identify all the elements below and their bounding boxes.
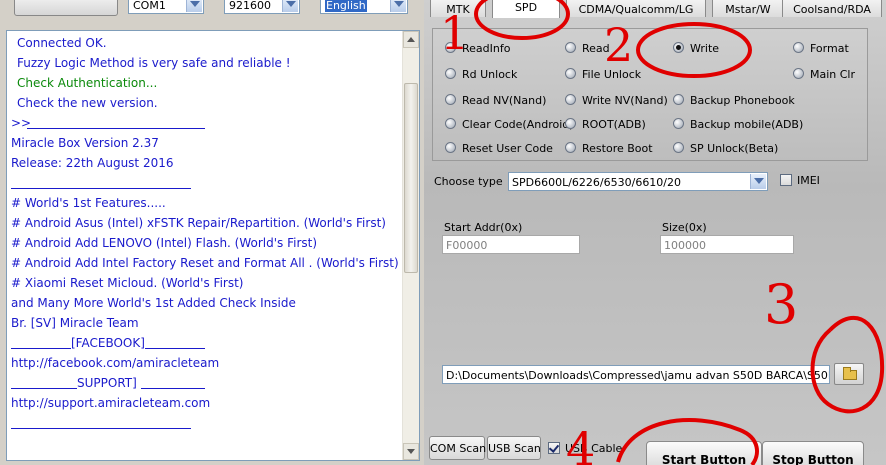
radio-format[interactable]: Format — [793, 42, 849, 55]
usb-scan-button[interactable]: USB Scan — [487, 436, 541, 460]
chevron-down-icon[interactable] — [750, 174, 766, 189]
size-input[interactable]: 100000 — [660, 235, 794, 254]
radio-icon — [673, 142, 684, 153]
radio-backup-mobile[interactable]: Backup mobile(ADB) — [673, 118, 803, 131]
annotation-number: 1 — [440, 6, 470, 60]
tab-coolsand-rda[interactable]: Coolsand/RDA — [782, 0, 882, 17]
port-value: COM1 — [133, 0, 166, 12]
size-label: Size(0x) — [662, 221, 707, 234]
divider — [11, 348, 71, 349]
radio-read-nv[interactable]: Read NV(Nand) — [445, 94, 546, 107]
imei-label: IMEI — [797, 174, 820, 187]
radio-reset-user-code[interactable]: Reset User Code — [445, 142, 553, 155]
log-line: # Android Add Intel Factory Reset and Fo… — [11, 256, 399, 270]
language-value: English — [325, 0, 367, 12]
log-line: Connected OK. — [17, 36, 107, 50]
file-path-input[interactable]: D:\Documents\Downloads\Compressed\jamu a… — [442, 365, 830, 384]
radio-icon — [565, 142, 576, 153]
log-panel: Connected OK. Fuzzy Logic Method is very… — [6, 30, 420, 461]
log-line: Br. [SV] Miracle Team — [11, 316, 139, 330]
start-button[interactable]: Start Button — [646, 441, 762, 465]
operation-options: ReadInfo Read Write Format Rd Unlock Fil… — [432, 28, 868, 161]
scroll-up-icon[interactable] — [403, 31, 419, 48]
port-select[interactable]: COM1 — [128, 0, 204, 14]
radio-icon — [673, 94, 684, 105]
tab-mstar[interactable]: Mstar/W — [712, 0, 784, 17]
log-line: Fuzzy Logic Method is very safe and reli… — [17, 56, 291, 70]
radio-restore-boot[interactable]: Restore Boot — [565, 142, 653, 155]
log-line: [FACEBOOK] — [71, 336, 145, 350]
log-line: # Xiaomi Reset Micloud. (World's First) — [11, 276, 244, 290]
radio-icon — [445, 142, 456, 153]
radio-clear-code[interactable]: Clear Code(Android) — [445, 118, 574, 131]
log-line: # Android Asus (Intel) xFSTK Repair/Repa… — [11, 216, 386, 230]
radio-read[interactable]: Read — [565, 42, 610, 55]
log-line: http://facebook.com/amiracleteam — [11, 356, 220, 370]
log-line: http://support.amiracleteam.com — [11, 396, 211, 410]
log-line: Check the new version. — [17, 96, 158, 110]
com-scan-button[interactable]: COM Scan — [429, 436, 486, 460]
annotation-number: 3 — [764, 273, 799, 336]
chevron-down-icon[interactable] — [390, 0, 406, 12]
log-line: Miracle Box Version 2.37 — [11, 136, 159, 150]
radio-icon — [565, 42, 576, 53]
baud-select[interactable]: 921600 — [224, 0, 300, 14]
radio-rd-unlock[interactable]: Rd Unlock — [445, 68, 517, 81]
scroll-thumb[interactable] — [404, 83, 418, 273]
tab-cdma-qualcomm-lg[interactable]: CDMA/Qualcomm/LG — [566, 0, 706, 17]
divider — [11, 388, 77, 389]
scroll-down-icon[interactable] — [403, 443, 419, 460]
log-line: Check Authentication... — [17, 76, 158, 90]
log-line: and Many More World's 1st Added Check In… — [11, 296, 296, 310]
radio-write[interactable]: Write — [673, 42, 719, 55]
radio-icon — [793, 68, 804, 79]
radio-write-nv[interactable]: Write NV(Nand) — [565, 94, 668, 107]
start-addr-input[interactable]: F00000 — [442, 235, 580, 254]
browse-button[interactable] — [834, 363, 864, 385]
radio-backup-phonebook[interactable]: Backup Phonebook — [673, 94, 795, 107]
chip-type-select[interactable]: SPD6600L/6226/6530/6610/20 — [508, 172, 768, 191]
radio-icon — [445, 94, 456, 105]
radio-icon — [673, 42, 684, 53]
radio-sp-unlock[interactable]: SP Unlock(Beta) — [673, 142, 778, 155]
radio-icon — [565, 94, 576, 105]
folder-icon — [843, 367, 857, 380]
radio-icon — [445, 118, 456, 129]
divider — [141, 388, 205, 389]
chevron-down-icon[interactable] — [282, 0, 298, 12]
radio-icon — [793, 42, 804, 53]
divider — [27, 128, 205, 129]
log-line: Release: 22th August 2016 — [11, 156, 174, 170]
annotation-number: 2 — [604, 18, 634, 72]
log-line: # World's 1st Features..... — [11, 196, 166, 210]
log-line: # Android Add LENOVO (Intel) Flash. (Wor… — [11, 236, 318, 250]
divider — [11, 428, 191, 429]
right-panel: MTK SPD CDMA/Qualcomm/LG Mstar/W Coolsan… — [424, 0, 886, 465]
stop-button[interactable]: Stop Button — [762, 441, 864, 465]
connect-button[interactable] — [14, 0, 118, 16]
tab-spd[interactable]: SPD — [492, 0, 560, 18]
bottom-actions: COM Scan USB Scan USB Cable Start Button… — [424, 425, 886, 465]
radio-icon — [565, 68, 576, 79]
top-toolbar: COM1 921600 English — [0, 0, 424, 18]
radio-icon — [565, 118, 576, 129]
language-select[interactable]: English — [320, 0, 408, 14]
annotation-number: 4 — [566, 422, 596, 465]
radio-icon — [445, 68, 456, 79]
choose-type-label: Choose type — [434, 175, 503, 188]
radio-root-adb[interactable]: ROOT(ADB) — [565, 118, 646, 131]
platform-tabs: MTK SPD CDMA/Qualcomm/LG Mstar/W Coolsan… — [430, 0, 886, 18]
usb-cable-checkbox[interactable] — [548, 442, 560, 454]
chevron-down-icon[interactable] — [186, 0, 202, 12]
divider — [11, 188, 191, 189]
baud-value: 921600 — [229, 0, 271, 12]
radio-main-clr[interactable]: Main Clr — [793, 68, 855, 81]
start-addr-label: Start Addr(0x) — [444, 221, 523, 234]
log-scrollbar[interactable] — [402, 31, 419, 460]
divider — [145, 348, 205, 349]
radio-icon — [673, 118, 684, 129]
imei-checkbox[interactable] — [780, 174, 792, 186]
chip-type-value: SPD6600L/6226/6530/6610/20 — [512, 176, 682, 189]
log-line: SUPPORT] — [77, 376, 137, 390]
